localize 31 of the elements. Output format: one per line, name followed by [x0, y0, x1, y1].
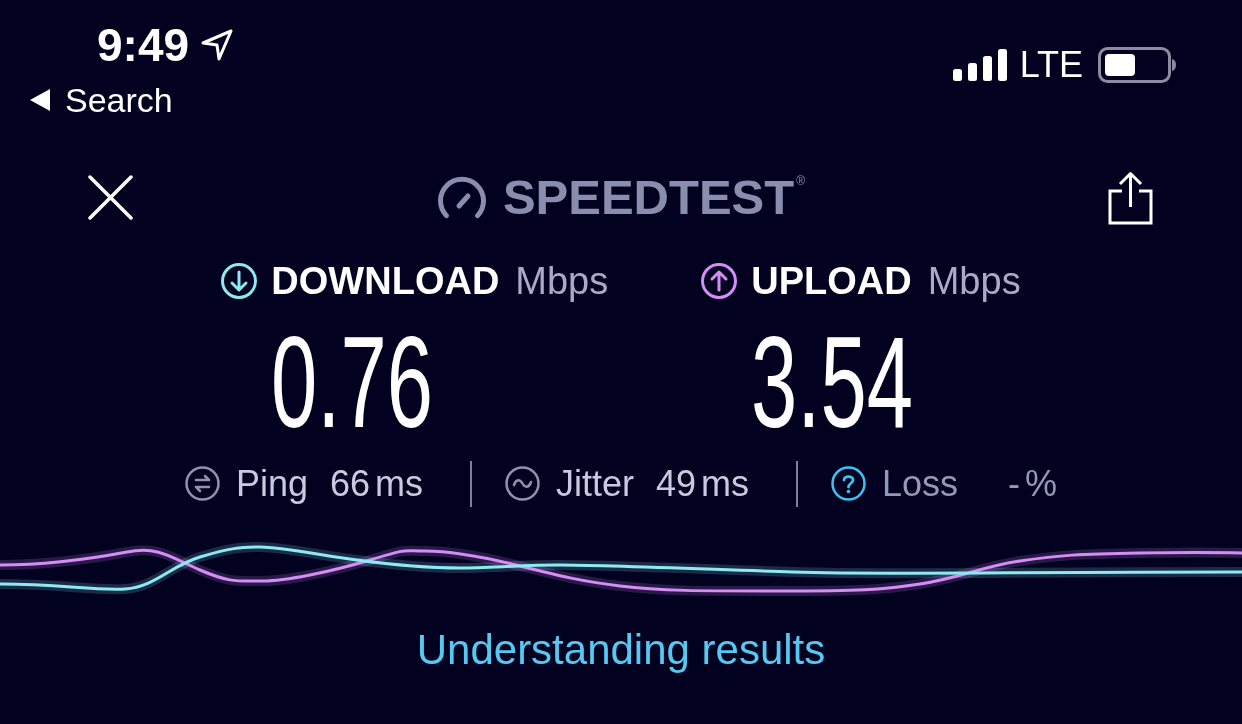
clock-time: 9:49	[97, 22, 190, 68]
result-label: UPLOAD	[751, 262, 912, 300]
back-triangle-icon	[30, 89, 50, 111]
circled-arrows-icon	[184, 466, 220, 501]
metric-label: Ping	[235, 465, 308, 502]
result-value: 0.76	[271, 317, 434, 447]
help-icon[interactable]	[831, 466, 866, 501]
metric-unit: ms	[375, 465, 423, 502]
results-help-link[interactable]: Understanding results	[416, 629, 826, 671]
network-type: LTE	[1019, 47, 1083, 83]
logo-text: SPEEDTEST	[502, 173, 795, 222]
metric-unit: ms	[701, 465, 749, 502]
metric-value: 66	[329, 465, 370, 502]
battery-icon	[1098, 47, 1176, 83]
metric-unit: %	[1025, 465, 1058, 502]
result-label: DOWNLOAD	[271, 262, 500, 300]
metric-label: Jitter	[556, 465, 634, 502]
metric-value: 49	[655, 465, 696, 502]
circled-wave-icon	[505, 466, 540, 501]
result-unit: Mbps	[515, 262, 609, 300]
result-unit: Mbps	[927, 262, 1021, 300]
location-arrow-icon	[201, 29, 234, 61]
gauge-icon	[436, 176, 487, 219]
back-button[interactable]: Search	[30, 83, 173, 117]
metric-label: Loss	[882, 465, 959, 502]
signal-bars-icon	[952, 49, 1008, 81]
metric-value: -	[1008, 465, 1021, 502]
result-value: 3.54	[751, 317, 914, 447]
trademark-sign: ®	[796, 175, 806, 187]
share-icon[interactable]	[1108, 170, 1153, 225]
close-icon[interactable]	[88, 175, 133, 220]
